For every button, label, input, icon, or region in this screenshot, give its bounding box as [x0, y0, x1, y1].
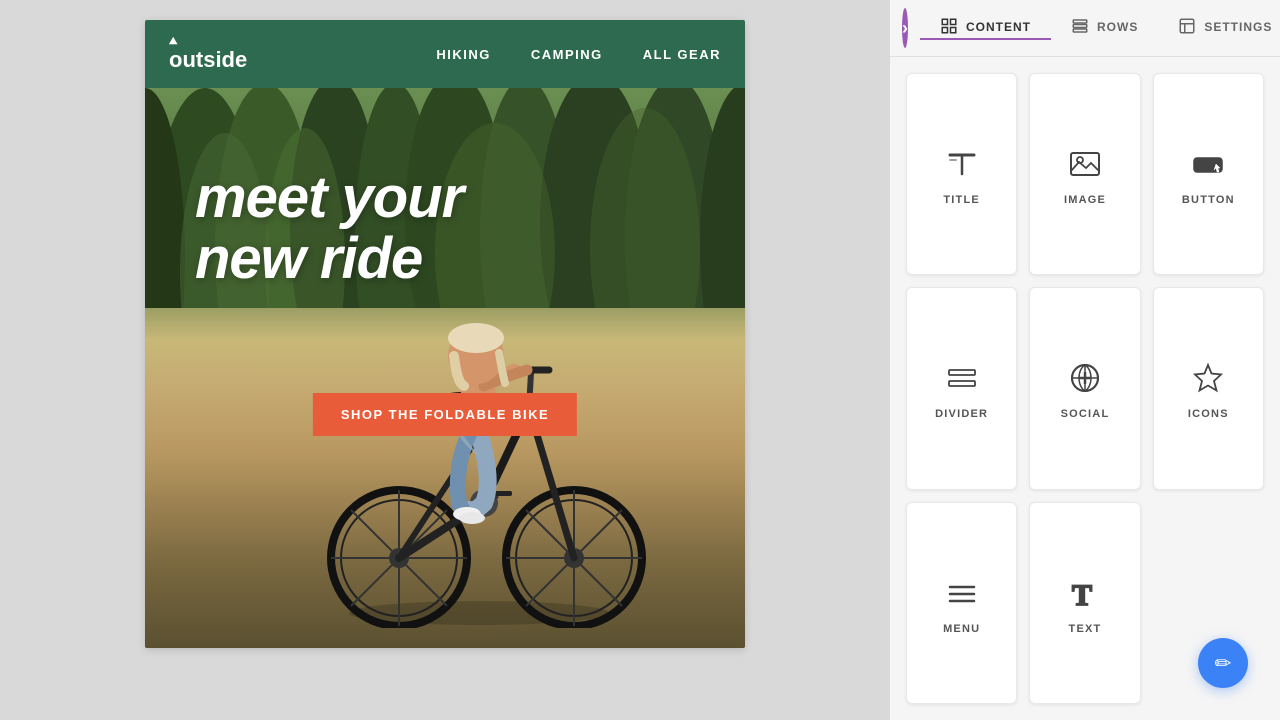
svg-text:T: T	[1072, 579, 1092, 611]
content-item-image-label: IMAGE	[1064, 194, 1106, 206]
email-nav: ⛰ outside HIKING CAMPING ALL GEAR	[145, 20, 745, 88]
content-item-icons-label: ICONS	[1188, 408, 1229, 420]
content-item-menu-label: MENU	[943, 623, 980, 635]
hero-cta-button[interactable]: SHOP THE FOLDABLE BIKE	[313, 393, 577, 436]
content-item-title-label: TITLE	[943, 194, 980, 206]
content-item-button[interactable]: BUTTON	[1153, 73, 1264, 275]
panel-back-button[interactable]: ›	[902, 8, 908, 48]
brand-name: outside	[169, 49, 247, 71]
content-tab-icon	[940, 17, 958, 38]
tab-settings[interactable]: SETTINGS	[1158, 17, 1280, 40]
hero-headline-line2: new ride	[195, 229, 463, 290]
content-item-title[interactable]: TITLE	[906, 73, 1017, 275]
email-preview: ⛰ outside HIKING CAMPING ALL GEAR	[145, 20, 745, 648]
content-item-text-label: TEXT	[1069, 623, 1102, 635]
menu-icon	[944, 575, 980, 611]
hero-headline: meet your new ride	[195, 168, 463, 290]
nav-item-camping[interactable]: CAMPING	[531, 47, 603, 62]
button-icon	[1190, 146, 1226, 182]
image-icon	[1067, 146, 1103, 182]
content-item-social[interactable]: SOCIAL	[1029, 287, 1140, 489]
email-hero: meet your new ride SHOP THE FOLDABLE BIK…	[145, 88, 745, 648]
logo-mountain-icon: ⛰	[169, 37, 177, 47]
icons-icon	[1190, 360, 1226, 396]
tab-rows[interactable]: ROWS	[1051, 17, 1158, 40]
content-item-social-label: SOCIAL	[1061, 408, 1110, 420]
fab-icon: ✏	[1215, 651, 1232, 676]
content-item-text[interactable]: T TEXT	[1029, 502, 1140, 704]
nav-item-all-gear[interactable]: ALL GEAR	[643, 47, 721, 62]
content-grid: TITLE IMAGE BUTTON	[890, 57, 1280, 720]
content-item-icons[interactable]: ICONS	[1153, 287, 1264, 489]
email-nav-items: HIKING CAMPING ALL GEAR	[436, 47, 721, 62]
social-icon	[1067, 360, 1103, 396]
content-item-menu[interactable]: MENU	[906, 502, 1017, 704]
content-item-divider[interactable]: DIVIDER	[906, 287, 1017, 489]
rows-tab-icon	[1071, 17, 1089, 38]
content-tab-label: CONTENT	[966, 20, 1031, 34]
panel-header: › CONTENT ROWS	[890, 0, 1280, 57]
rows-tab-label: ROWS	[1097, 20, 1138, 34]
settings-tab-label: SETTINGS	[1204, 20, 1272, 34]
divider-icon	[944, 360, 980, 396]
brand-logo: ⛰ outside	[169, 37, 247, 71]
nav-item-hiking[interactable]: HIKING	[436, 47, 491, 62]
tab-content[interactable]: CONTENT	[920, 17, 1051, 40]
content-item-image[interactable]: IMAGE	[1029, 73, 1140, 275]
settings-tab-icon	[1178, 17, 1196, 38]
content-item-divider-label: DIVIDER	[935, 408, 988, 420]
right-panel: › CONTENT ROWS	[890, 0, 1280, 720]
fab-button[interactable]: ✏	[1198, 638, 1248, 688]
hero-headline-line1: meet your	[195, 168, 463, 229]
arrow-right-icon: ›	[902, 18, 908, 39]
text-icon: T	[1067, 575, 1103, 611]
title-icon	[944, 146, 980, 182]
preview-area: ⛰ outside HIKING CAMPING ALL GEAR	[0, 0, 890, 720]
content-item-button-label: BUTTON	[1182, 194, 1235, 206]
